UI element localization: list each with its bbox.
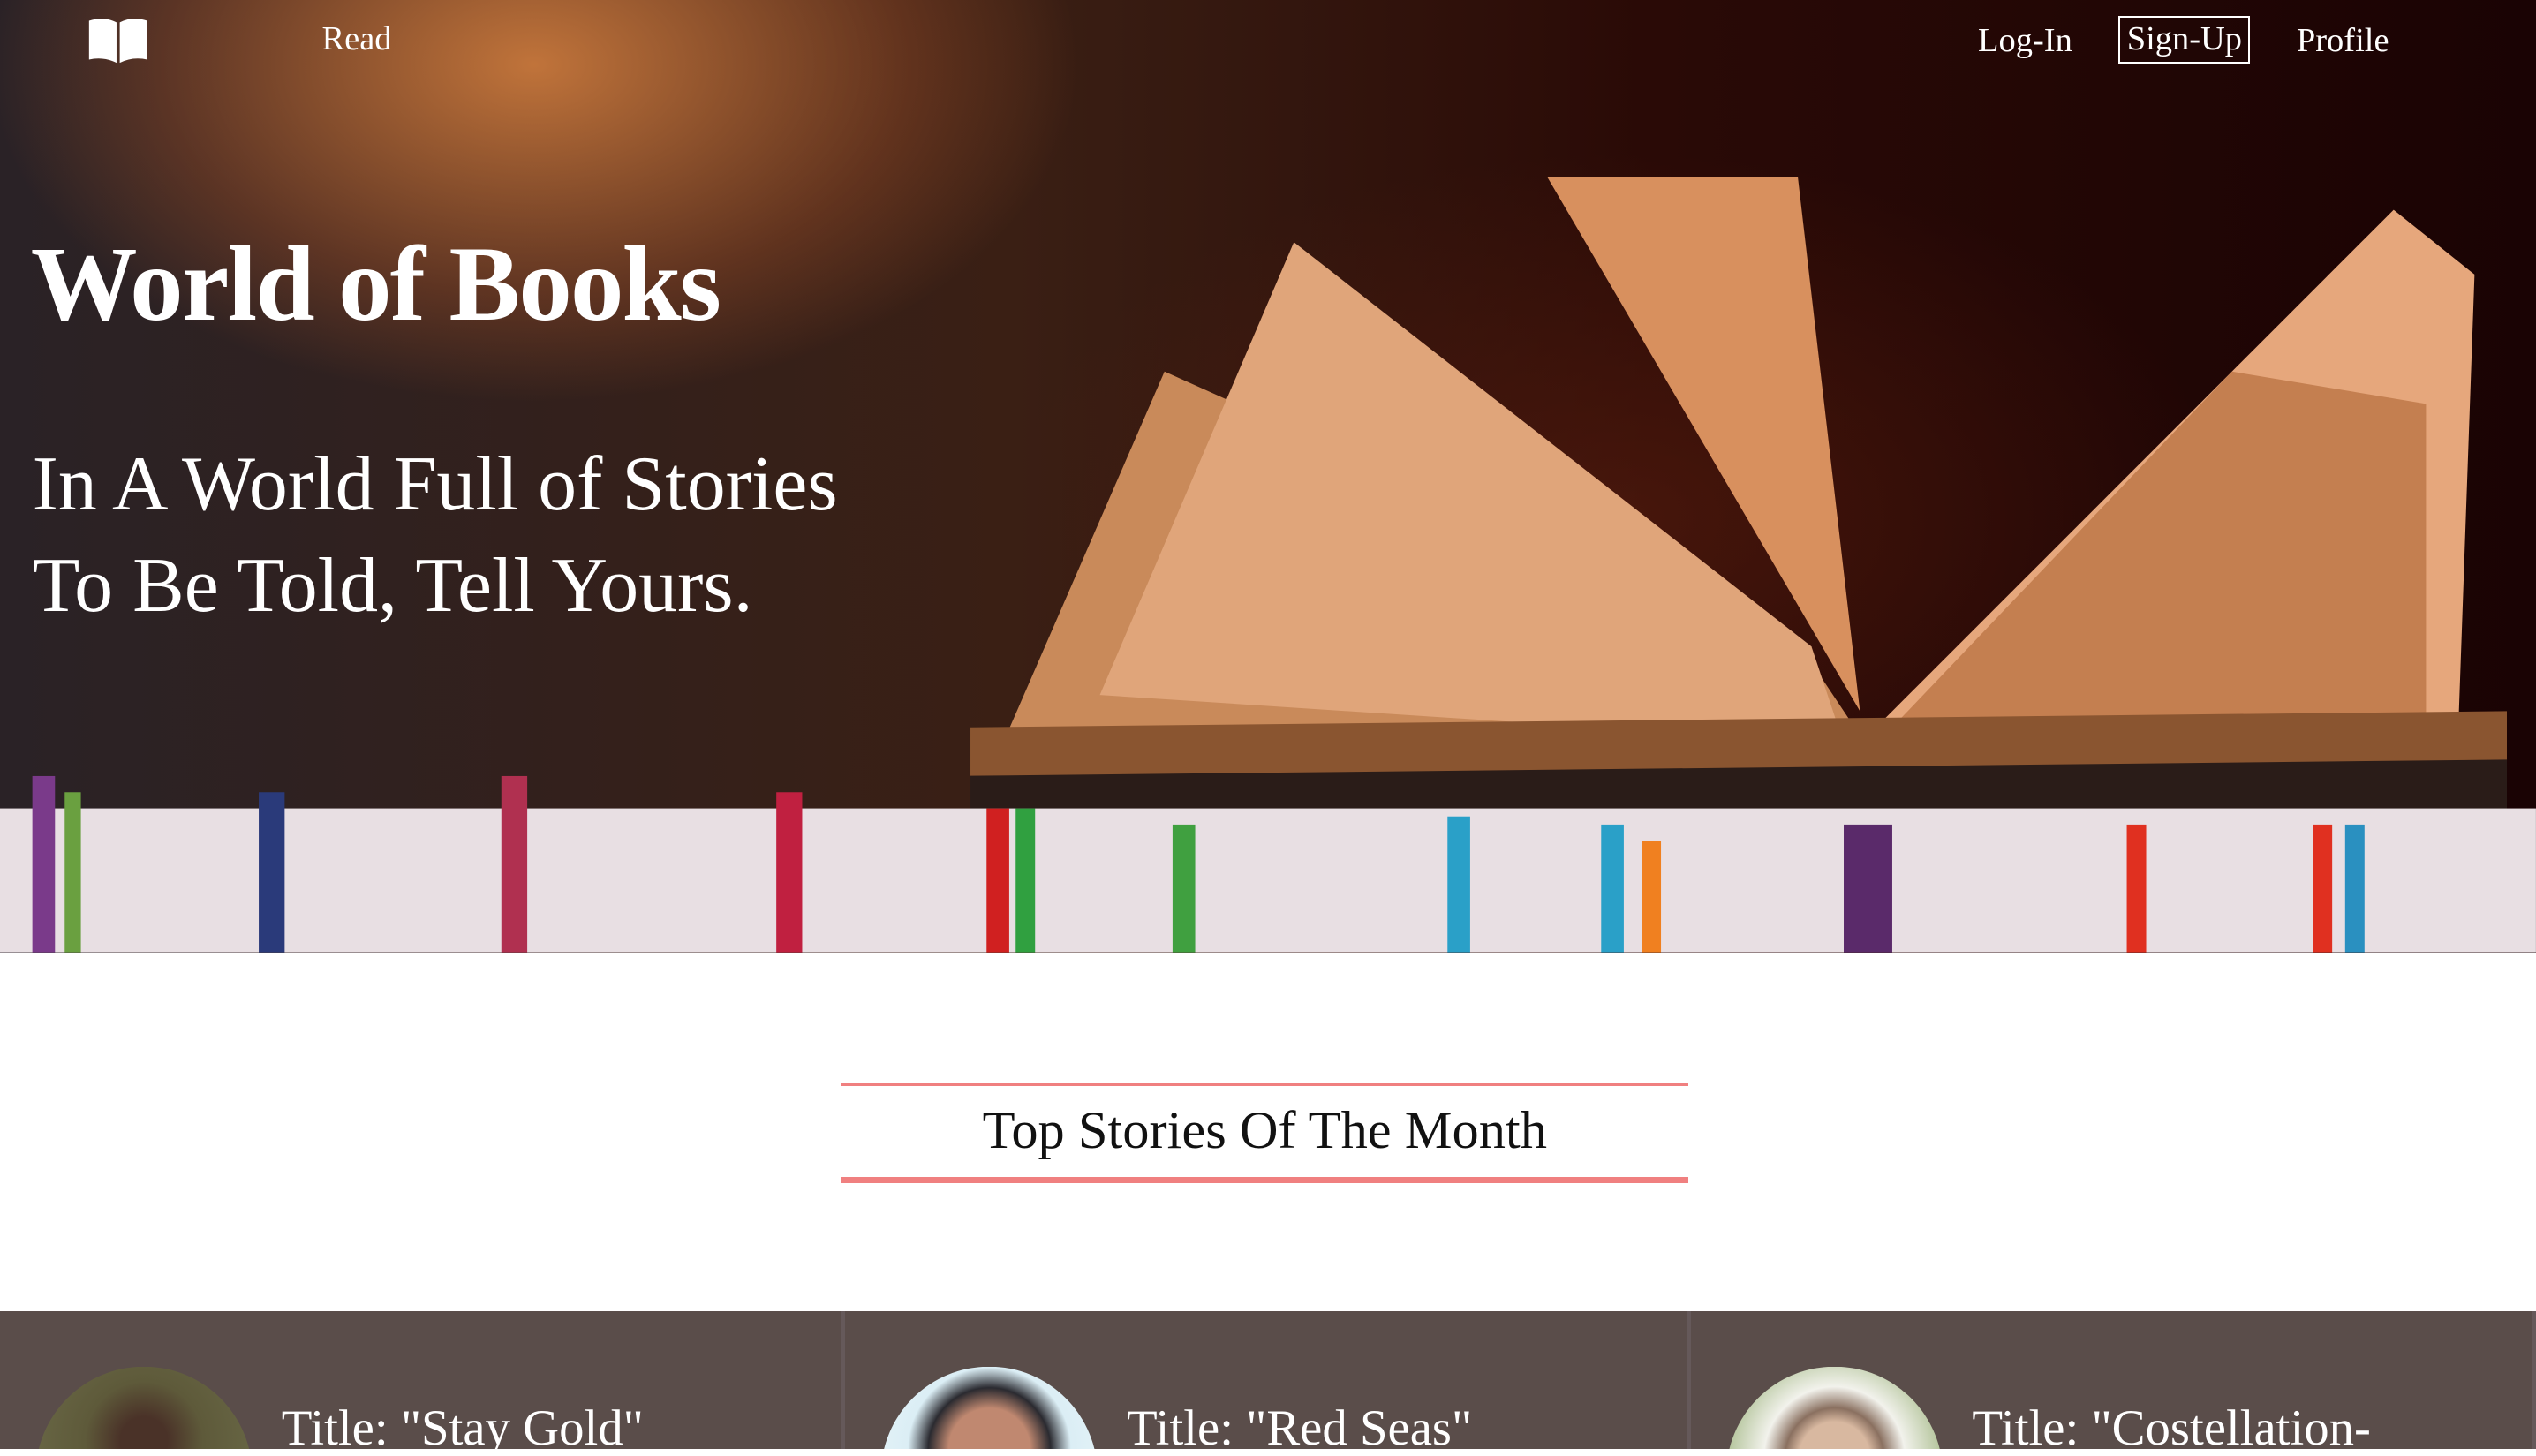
nav-login-link[interactable]: Log-In [1978, 21, 2072, 60]
story-card[interactable]: Title: "Stay Gold" [0, 1311, 846, 1456]
story-card[interactable]: Title: "Costellation- [1691, 1311, 2536, 1456]
story-title: Title: "Costellation- [1972, 1400, 2371, 1456]
bookshelf-image [0, 776, 2536, 953]
hero-title: World of Books [30, 224, 721, 343]
nav-read-link[interactable]: Read [321, 19, 391, 58]
section-heading: Top Stories Of The Month [982, 1101, 1547, 1161]
story-cards: Title: "Stay Gold" Title: "Red Seas" Tit… [0, 1311, 2536, 1456]
hero-subtitle-line1: In A World Full of Stories [32, 441, 838, 527]
hero-subtitle-line2: To Be Told, Tell Yours. [32, 543, 753, 630]
story-title: Title: "Red Seas" [1127, 1400, 1473, 1456]
hero-banner: Read Log-In Sign-Up Profile World of Boo… [0, 0, 2536, 953]
section-heading-box: Top Stories Of The Month [841, 1083, 1689, 1183]
story-card[interactable]: Title: "Red Seas" [845, 1311, 1691, 1456]
nav-signup-button[interactable]: Sign-Up [2118, 16, 2251, 64]
hero-subtitle: In A World Full of Stories To Be Told, Te… [33, 434, 838, 637]
story-title: Title: "Stay Gold" [281, 1400, 644, 1456]
author-avatar [1725, 1366, 1944, 1450]
author-avatar [880, 1366, 1098, 1450]
author-avatar [35, 1366, 253, 1450]
nav-profile-link[interactable]: Profile [2297, 21, 2389, 60]
open-book-icon[interactable] [87, 16, 149, 64]
